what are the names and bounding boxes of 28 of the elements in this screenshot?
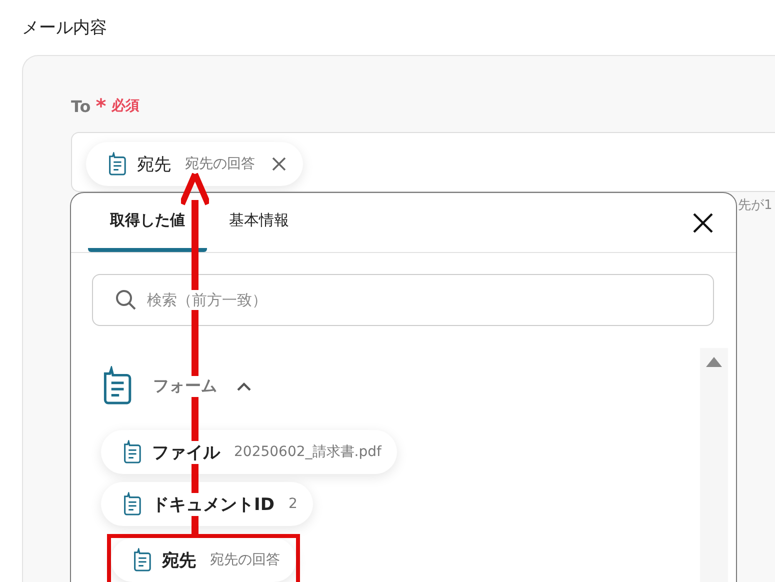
tab[interactable]: 基本情報 (207, 193, 311, 252)
tab[interactable]: 取得した値 (88, 193, 207, 252)
close-icon[interactable] (692, 212, 714, 234)
chip-value: 宛先の回答 (185, 155, 255, 173)
hint-text: 先が1 (738, 197, 772, 214)
field-label: To (71, 96, 91, 116)
value-chip[interactable]: ファイル 20250602_請求書.pdf (101, 430, 398, 474)
form-document-icon (106, 152, 127, 176)
input-field[interactable]: 宛先 宛先の回答 (71, 132, 775, 192)
form-document-icon (121, 440, 142, 464)
search-icon (115, 289, 137, 311)
chip-name: 宛先 (162, 548, 196, 572)
form-document-icon (131, 548, 152, 572)
group-title[interactable]: フォーム (153, 376, 217, 396)
scrollbar[interactable] (700, 348, 728, 582)
chip-value: 20250602_請求書.pdf (234, 443, 382, 461)
form-document-icon (121, 492, 142, 516)
caret-icon[interactable] (237, 381, 251, 391)
value-chip[interactable]: 宛先 宛先の回答 (86, 142, 303, 186)
value-chip[interactable]: 宛先 宛先の回答 (111, 538, 296, 582)
section-title: メール内容 (22, 17, 107, 39)
required-mark: * (96, 94, 106, 118)
value-chip[interactable]: ドキュメントID 2 (101, 482, 314, 526)
scroll-up-icon[interactable] (705, 356, 723, 368)
chip-name: ファイル (152, 440, 220, 464)
search-field[interactable]: 検索（前方一致） (92, 274, 714, 326)
chip-value: 宛先の回答 (210, 551, 280, 569)
required-label: 必須 (111, 97, 140, 115)
